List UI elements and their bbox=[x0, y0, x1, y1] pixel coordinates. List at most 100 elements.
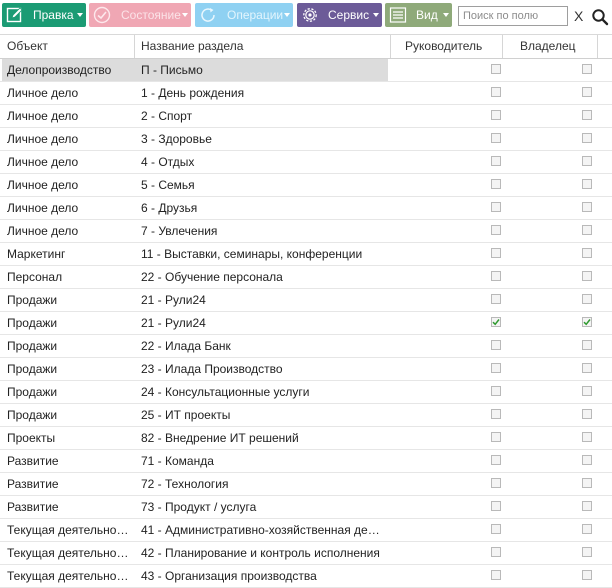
table-row[interactable]: Продажи 21 - Рули24 bbox=[0, 289, 612, 312]
table-row[interactable]: Личное дело 1 - День рождения bbox=[0, 82, 612, 105]
operations-menu-button[interactable]: Операции bbox=[195, 3, 293, 27]
table-row[interactable]: Текущая деятельность 41 - Административно… bbox=[0, 519, 612, 542]
manager-checkbox[interactable] bbox=[491, 179, 501, 189]
manager-checkbox[interactable] bbox=[491, 133, 501, 143]
clear-search-button[interactable]: X bbox=[574, 9, 583, 23]
cell-section: 72 - Технология bbox=[141, 477, 229, 491]
table-row[interactable]: Текущая деятельность 42 - Планирование и … bbox=[0, 542, 612, 565]
cell-object: Продажи bbox=[7, 362, 58, 376]
column-divider[interactable] bbox=[597, 35, 598, 58]
owner-checkbox[interactable] bbox=[582, 409, 592, 419]
manager-checkbox[interactable] bbox=[491, 340, 501, 350]
manager-checkbox[interactable] bbox=[491, 64, 501, 74]
cell-object: Личное дело bbox=[7, 224, 79, 238]
cell-section: 6 - Друзья bbox=[141, 201, 198, 215]
owner-checkbox[interactable] bbox=[582, 317, 592, 327]
column-header-manager[interactable]: Руководитель bbox=[405, 35, 482, 58]
table-row[interactable]: Личное дело 7 - Увлечения bbox=[0, 220, 612, 243]
cell-object: Делопроизводство bbox=[7, 63, 112, 77]
service-menu-button[interactable]: Сервис bbox=[297, 3, 382, 27]
edit-menu-label: Правка bbox=[33, 8, 74, 22]
owner-checkbox[interactable] bbox=[582, 225, 592, 235]
view-menu-button[interactable]: Вид bbox=[385, 3, 452, 27]
column-divider[interactable] bbox=[502, 35, 503, 58]
table-row[interactable]: Маркетинг 11 - Выставки, семинары, конфер… bbox=[0, 243, 612, 266]
manager-checkbox[interactable] bbox=[491, 570, 501, 580]
cell-object: Маркетинг bbox=[7, 247, 66, 261]
cell-section: 73 - Продукт / услуга bbox=[141, 500, 257, 514]
owner-checkbox[interactable] bbox=[582, 547, 592, 557]
owner-checkbox[interactable] bbox=[582, 455, 592, 465]
manager-checkbox[interactable] bbox=[491, 225, 501, 235]
table-row[interactable]: Делопроизводство П - Письмо bbox=[0, 59, 612, 82]
table-row[interactable]: Продажи 22 - Илада Банк bbox=[0, 335, 612, 358]
view-menu-label: Вид bbox=[416, 8, 438, 22]
table-row[interactable]: Продажи 21 - Рули24 bbox=[0, 312, 612, 335]
column-header-owner[interactable]: Владелец bbox=[520, 35, 576, 58]
manager-checkbox[interactable] bbox=[491, 248, 501, 258]
owner-checkbox[interactable] bbox=[582, 524, 592, 534]
owner-checkbox[interactable] bbox=[582, 202, 592, 212]
table-row[interactable]: Личное дело 5 - Семья bbox=[0, 174, 612, 197]
manager-checkbox[interactable] bbox=[491, 294, 501, 304]
table-row[interactable]: Продажи 24 - Консультационные услуги bbox=[0, 381, 612, 404]
table-row[interactable]: Личное дело 6 - Друзья bbox=[0, 197, 612, 220]
manager-checkbox[interactable] bbox=[491, 271, 501, 281]
manager-checkbox[interactable] bbox=[491, 386, 501, 396]
table-row[interactable]: Продажи 23 - Илада Производство bbox=[0, 358, 612, 381]
owner-checkbox[interactable] bbox=[582, 133, 592, 143]
gear-icon bbox=[303, 8, 317, 22]
owner-checkbox[interactable] bbox=[582, 271, 592, 281]
edit-menu-button[interactable]: Правка bbox=[2, 3, 86, 27]
owner-checkbox[interactable] bbox=[582, 363, 592, 373]
cell-section: 3 - Здоровье bbox=[141, 132, 212, 146]
column-divider[interactable] bbox=[390, 35, 391, 58]
manager-checkbox[interactable] bbox=[491, 478, 501, 488]
cell-object: Персонал bbox=[7, 270, 63, 284]
table-row[interactable]: Развитие 73 - Продукт / услуга bbox=[0, 496, 612, 519]
owner-checkbox[interactable] bbox=[582, 570, 592, 580]
manager-checkbox[interactable] bbox=[491, 363, 501, 373]
search-icon[interactable] bbox=[591, 8, 609, 26]
state-menu-button[interactable]: Состояние bbox=[89, 3, 191, 27]
owner-checkbox[interactable] bbox=[582, 179, 592, 189]
column-header-section[interactable]: Название раздела bbox=[141, 35, 243, 58]
owner-checkbox[interactable] bbox=[582, 110, 592, 120]
cell-object: Личное дело bbox=[7, 201, 79, 215]
owner-checkbox[interactable] bbox=[582, 64, 592, 74]
owner-checkbox[interactable] bbox=[582, 432, 592, 442]
owner-checkbox[interactable] bbox=[582, 386, 592, 396]
owner-checkbox[interactable] bbox=[582, 156, 592, 166]
manager-checkbox[interactable] bbox=[491, 501, 501, 511]
owner-checkbox[interactable] bbox=[582, 87, 592, 97]
manager-checkbox[interactable] bbox=[491, 87, 501, 97]
table-row[interactable]: Персонал 22 - Обучение персонала bbox=[0, 266, 612, 289]
manager-checkbox[interactable] bbox=[491, 110, 501, 120]
table-row[interactable]: Продажи 25 - ИТ проекты bbox=[0, 404, 612, 427]
cell-object: Продажи bbox=[7, 408, 58, 422]
table-row[interactable]: Развитие 71 - Команда bbox=[0, 450, 612, 473]
table-row[interactable]: Личное дело 3 - Здоровье bbox=[0, 128, 612, 151]
manager-checkbox[interactable] bbox=[491, 156, 501, 166]
column-divider[interactable] bbox=[134, 35, 135, 58]
manager-checkbox[interactable] bbox=[491, 524, 501, 534]
table-row[interactable]: Личное дело 4 - Отдых bbox=[0, 151, 612, 174]
search-input[interactable] bbox=[458, 6, 568, 26]
manager-checkbox[interactable] bbox=[491, 317, 501, 327]
table-row[interactable]: Личное дело 2 - Спорт bbox=[0, 105, 612, 128]
manager-checkbox[interactable] bbox=[491, 409, 501, 419]
column-header-object[interactable]: Объект bbox=[7, 35, 48, 58]
owner-checkbox[interactable] bbox=[582, 340, 592, 350]
owner-checkbox[interactable] bbox=[582, 248, 592, 258]
table-row[interactable]: Проекты 82 - Внедрение ИТ решений bbox=[0, 427, 612, 450]
cell-section: 41 - Административно-хозяйственная деяте… bbox=[141, 523, 384, 537]
manager-checkbox[interactable] bbox=[491, 432, 501, 442]
owner-checkbox[interactable] bbox=[582, 478, 592, 488]
manager-checkbox[interactable] bbox=[491, 547, 501, 557]
pencil-icon bbox=[6, 7, 23, 23]
manager-checkbox[interactable] bbox=[491, 455, 501, 465]
owner-checkbox[interactable] bbox=[582, 501, 592, 511]
owner-checkbox[interactable] bbox=[582, 294, 592, 304]
table-row[interactable]: Развитие 72 - Технология bbox=[0, 473, 612, 496]
manager-checkbox[interactable] bbox=[491, 202, 501, 212]
